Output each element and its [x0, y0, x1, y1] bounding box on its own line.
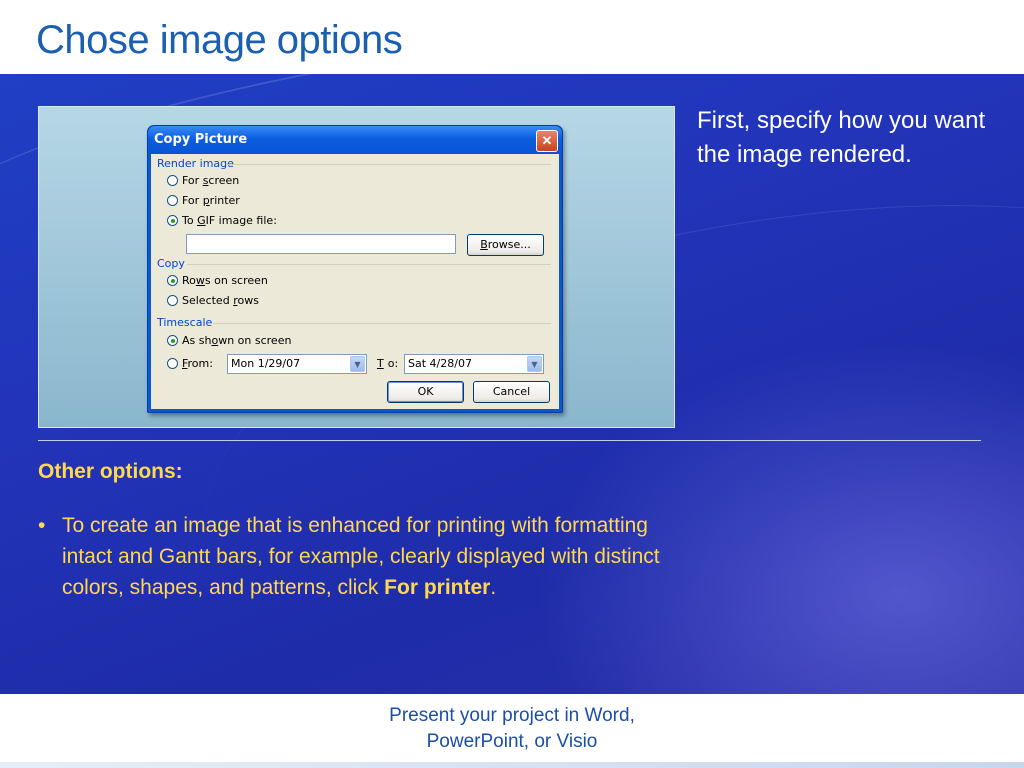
from-label: From:: [182, 357, 213, 370]
footer-line: PowerPoint, or Visio: [426, 731, 598, 752]
from-option[interactable]: From:: [167, 357, 213, 370]
from-date-dropdown[interactable]: Mon 1/29/07 ▼: [227, 354, 367, 374]
for-printer-option[interactable]: For printer: [167, 194, 240, 207]
footer-line: Present your project in Word,: [389, 705, 635, 726]
slide-footer: Present your project in Word, PowerPoint…: [0, 703, 1024, 755]
copy-group-label: Copy: [157, 257, 185, 270]
instruction-text: First, specify how you want the image re…: [697, 107, 986, 168]
from-date-value: Mon 1/29/07: [231, 357, 301, 370]
footer-bar: [0, 762, 1024, 768]
as-shown-option[interactable]: As shown on screen: [167, 334, 291, 347]
render-image-group-label: Render image: [157, 157, 234, 170]
for-screen-option[interactable]: For screen: [167, 174, 239, 187]
as-shown-label: As shown on screen: [182, 334, 292, 347]
dialog-body: Render image For screen For printer To G…: [151, 154, 559, 409]
chevron-down-icon[interactable]: ▼: [350, 356, 365, 372]
bullet-bold-text: For printer: [384, 576, 491, 599]
radio-selected-icon[interactable]: [167, 335, 178, 346]
radio-icon[interactable]: [167, 358, 178, 369]
radio-selected-icon[interactable]: [167, 275, 178, 286]
to-gif-option[interactable]: To GIF image file:: [167, 214, 277, 227]
to-date-value: Sat 4/28/07: [408, 357, 472, 370]
gif-path-input[interactable]: [186, 234, 456, 254]
group-divider: [213, 323, 551, 324]
radio-icon[interactable]: [167, 175, 178, 186]
for-printer-label: For printer: [182, 194, 240, 207]
radio-icon[interactable]: [167, 195, 178, 206]
ok-button[interactable]: OK: [387, 381, 464, 403]
dialog-screenshot: Copy Picture ✕ Render image For screen F…: [38, 106, 675, 428]
rows-on-screen-label: Rows on screen: [182, 274, 268, 287]
timescale-group-label: Timescale: [157, 316, 213, 329]
dialog-title: Copy Picture: [154, 132, 248, 147]
bullet-text: To create an image that is enhanced for …: [62, 514, 660, 599]
selected-rows-option[interactable]: Selected rows: [167, 294, 259, 307]
to-gif-label: To GIF image file:: [182, 214, 277, 227]
rows-on-screen-option[interactable]: Rows on screen: [167, 274, 268, 287]
to-label: To:: [377, 357, 399, 370]
radio-icon[interactable]: [167, 295, 178, 306]
dialog-title-bar[interactable]: Copy Picture ✕: [148, 126, 562, 154]
section-divider: [38, 440, 981, 441]
to-date-dropdown[interactable]: Sat 4/28/07 ▼: [404, 354, 544, 374]
slide-title: Chose image options: [36, 18, 403, 62]
copy-picture-dialog: Copy Picture ✕ Render image For screen F…: [147, 125, 563, 413]
cancel-button[interactable]: Cancel: [473, 381, 550, 403]
for-screen-label: For screen: [182, 174, 240, 187]
chevron-down-icon[interactable]: ▼: [527, 356, 542, 372]
browse-button[interactable]: Browse...: [467, 234, 544, 256]
selected-rows-label: Selected rows: [182, 294, 259, 307]
radio-selected-icon[interactable]: [167, 215, 178, 226]
group-divider: [227, 164, 551, 165]
close-icon[interactable]: ✕: [536, 130, 558, 152]
bullet-dot: •: [38, 514, 46, 537]
other-options-heading: Other options:: [38, 460, 183, 483]
group-divider: [187, 264, 551, 265]
